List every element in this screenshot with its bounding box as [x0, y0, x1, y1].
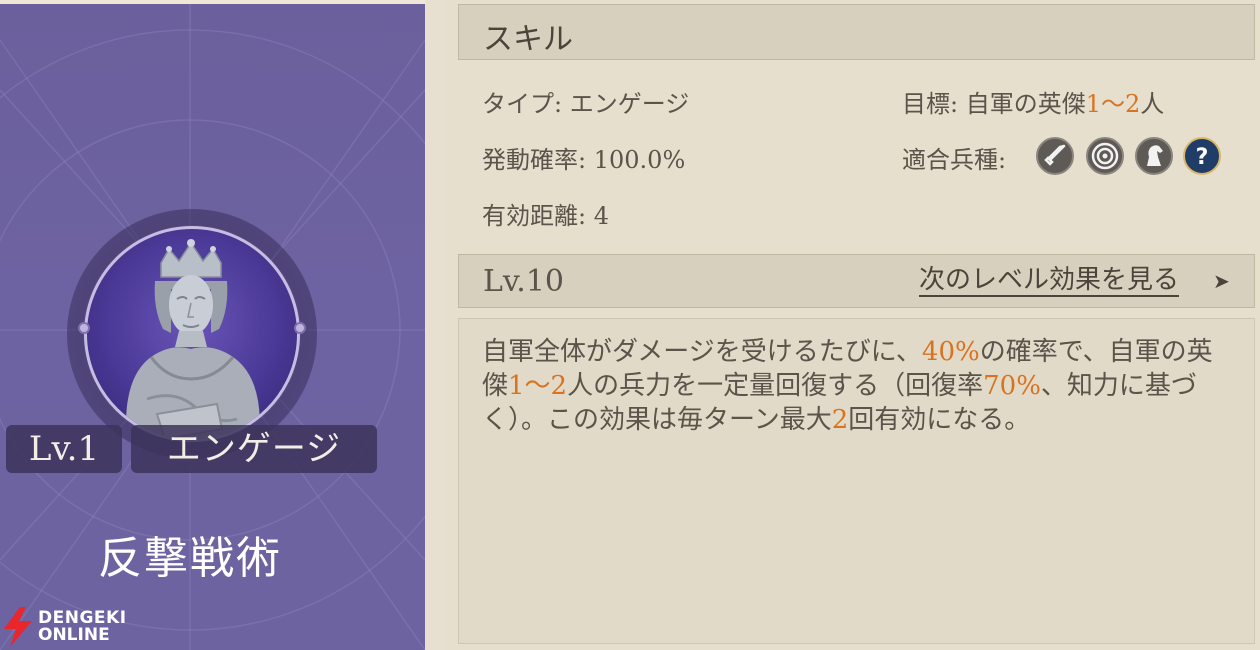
target-info: 目標: 自軍の英傑1～2人 [902, 84, 1164, 119]
rate-info: 発動確率: 100.0% [482, 140, 685, 175]
rate-label: 発動確率: [482, 146, 587, 174]
range-label: 有効距離: [482, 202, 587, 230]
desc-part5: 回有効になる。 [848, 405, 1031, 435]
section-title: スキル [483, 22, 573, 57]
arrow-right-icon[interactable]: ➤ [1213, 269, 1230, 293]
level-section-header: Lv.10 次のレベル効果を見る ➤ [458, 254, 1255, 308]
range-value: 4 [593, 202, 610, 230]
target-icon[interactable] [1086, 137, 1124, 175]
horse-icon[interactable] [1135, 137, 1173, 175]
skill-description: 自軍全体がダメージを受けるたびに、40%の確率で、自軍の英傑1～2人の兵力を一定… [482, 335, 1222, 437]
svg-text:?: ? [1196, 145, 1209, 170]
target-label: 目標: [902, 90, 959, 118]
next-level-link[interactable]: 次のレベル効果を見る [919, 265, 1180, 297]
skill-card: Lv.1 エンゲージ 反撃戦術 DENGEKI ONLINE [0, 0, 425, 650]
units-label: 適合兵種: [902, 146, 1007, 174]
ring-ornament-left [78, 322, 90, 334]
type-label: タイプ: [482, 90, 563, 118]
type-value: エンゲージ [569, 90, 690, 118]
watermark-line2: ONLINE [38, 625, 110, 645]
question-icon[interactable]: ? [1183, 137, 1221, 175]
target-range: 1～2 [1085, 90, 1141, 118]
target-suffix: 人 [1140, 90, 1165, 118]
king-statue-icon [126, 239, 260, 439]
desc-part3: 人の兵力を一定量回復する（回復率 [567, 371, 984, 401]
range-info: 有効距離: 4 [482, 196, 609, 231]
portrait-frame [84, 226, 300, 442]
lightning-bolt-icon [4, 607, 32, 647]
desc-part1: 自軍全体がダメージを受けるたびに、 [482, 337, 922, 367]
level-badge: Lv.1 [6, 425, 122, 473]
skill-section-header: スキル [458, 4, 1255, 60]
rate-value: 100.0% [593, 146, 686, 174]
sword-icon[interactable] [1036, 137, 1074, 175]
skill-type-badge: エンゲージ [131, 425, 377, 473]
desc-highlight-heal: 70% [983, 371, 1041, 401]
current-level: Lv.10 [483, 264, 565, 299]
ring-ornament-right [294, 322, 306, 334]
desc-highlight-max: 2 [831, 405, 849, 435]
card-top-edge [0, 0, 425, 4]
desc-highlight-count: 1～2 [508, 371, 568, 401]
desc-highlight-rate: 40% [921, 337, 980, 367]
skill-detail-panel: スキル タイプ: エンゲージ 目標: 自軍の英傑1～2人 発動確率: 100.0… [445, 0, 1260, 650]
target-prefix: 自軍の英傑 [965, 90, 1086, 118]
watermark-logo: DENGEKI ONLINE [0, 605, 130, 650]
skill-name: 反撃戦術 [98, 533, 282, 584]
description-box: 自軍全体がダメージを受けるたびに、40%の確率で、自軍の英傑1～2人の兵力を一定… [458, 318, 1255, 644]
type-info: タイプ: エンゲージ [482, 84, 689, 119]
